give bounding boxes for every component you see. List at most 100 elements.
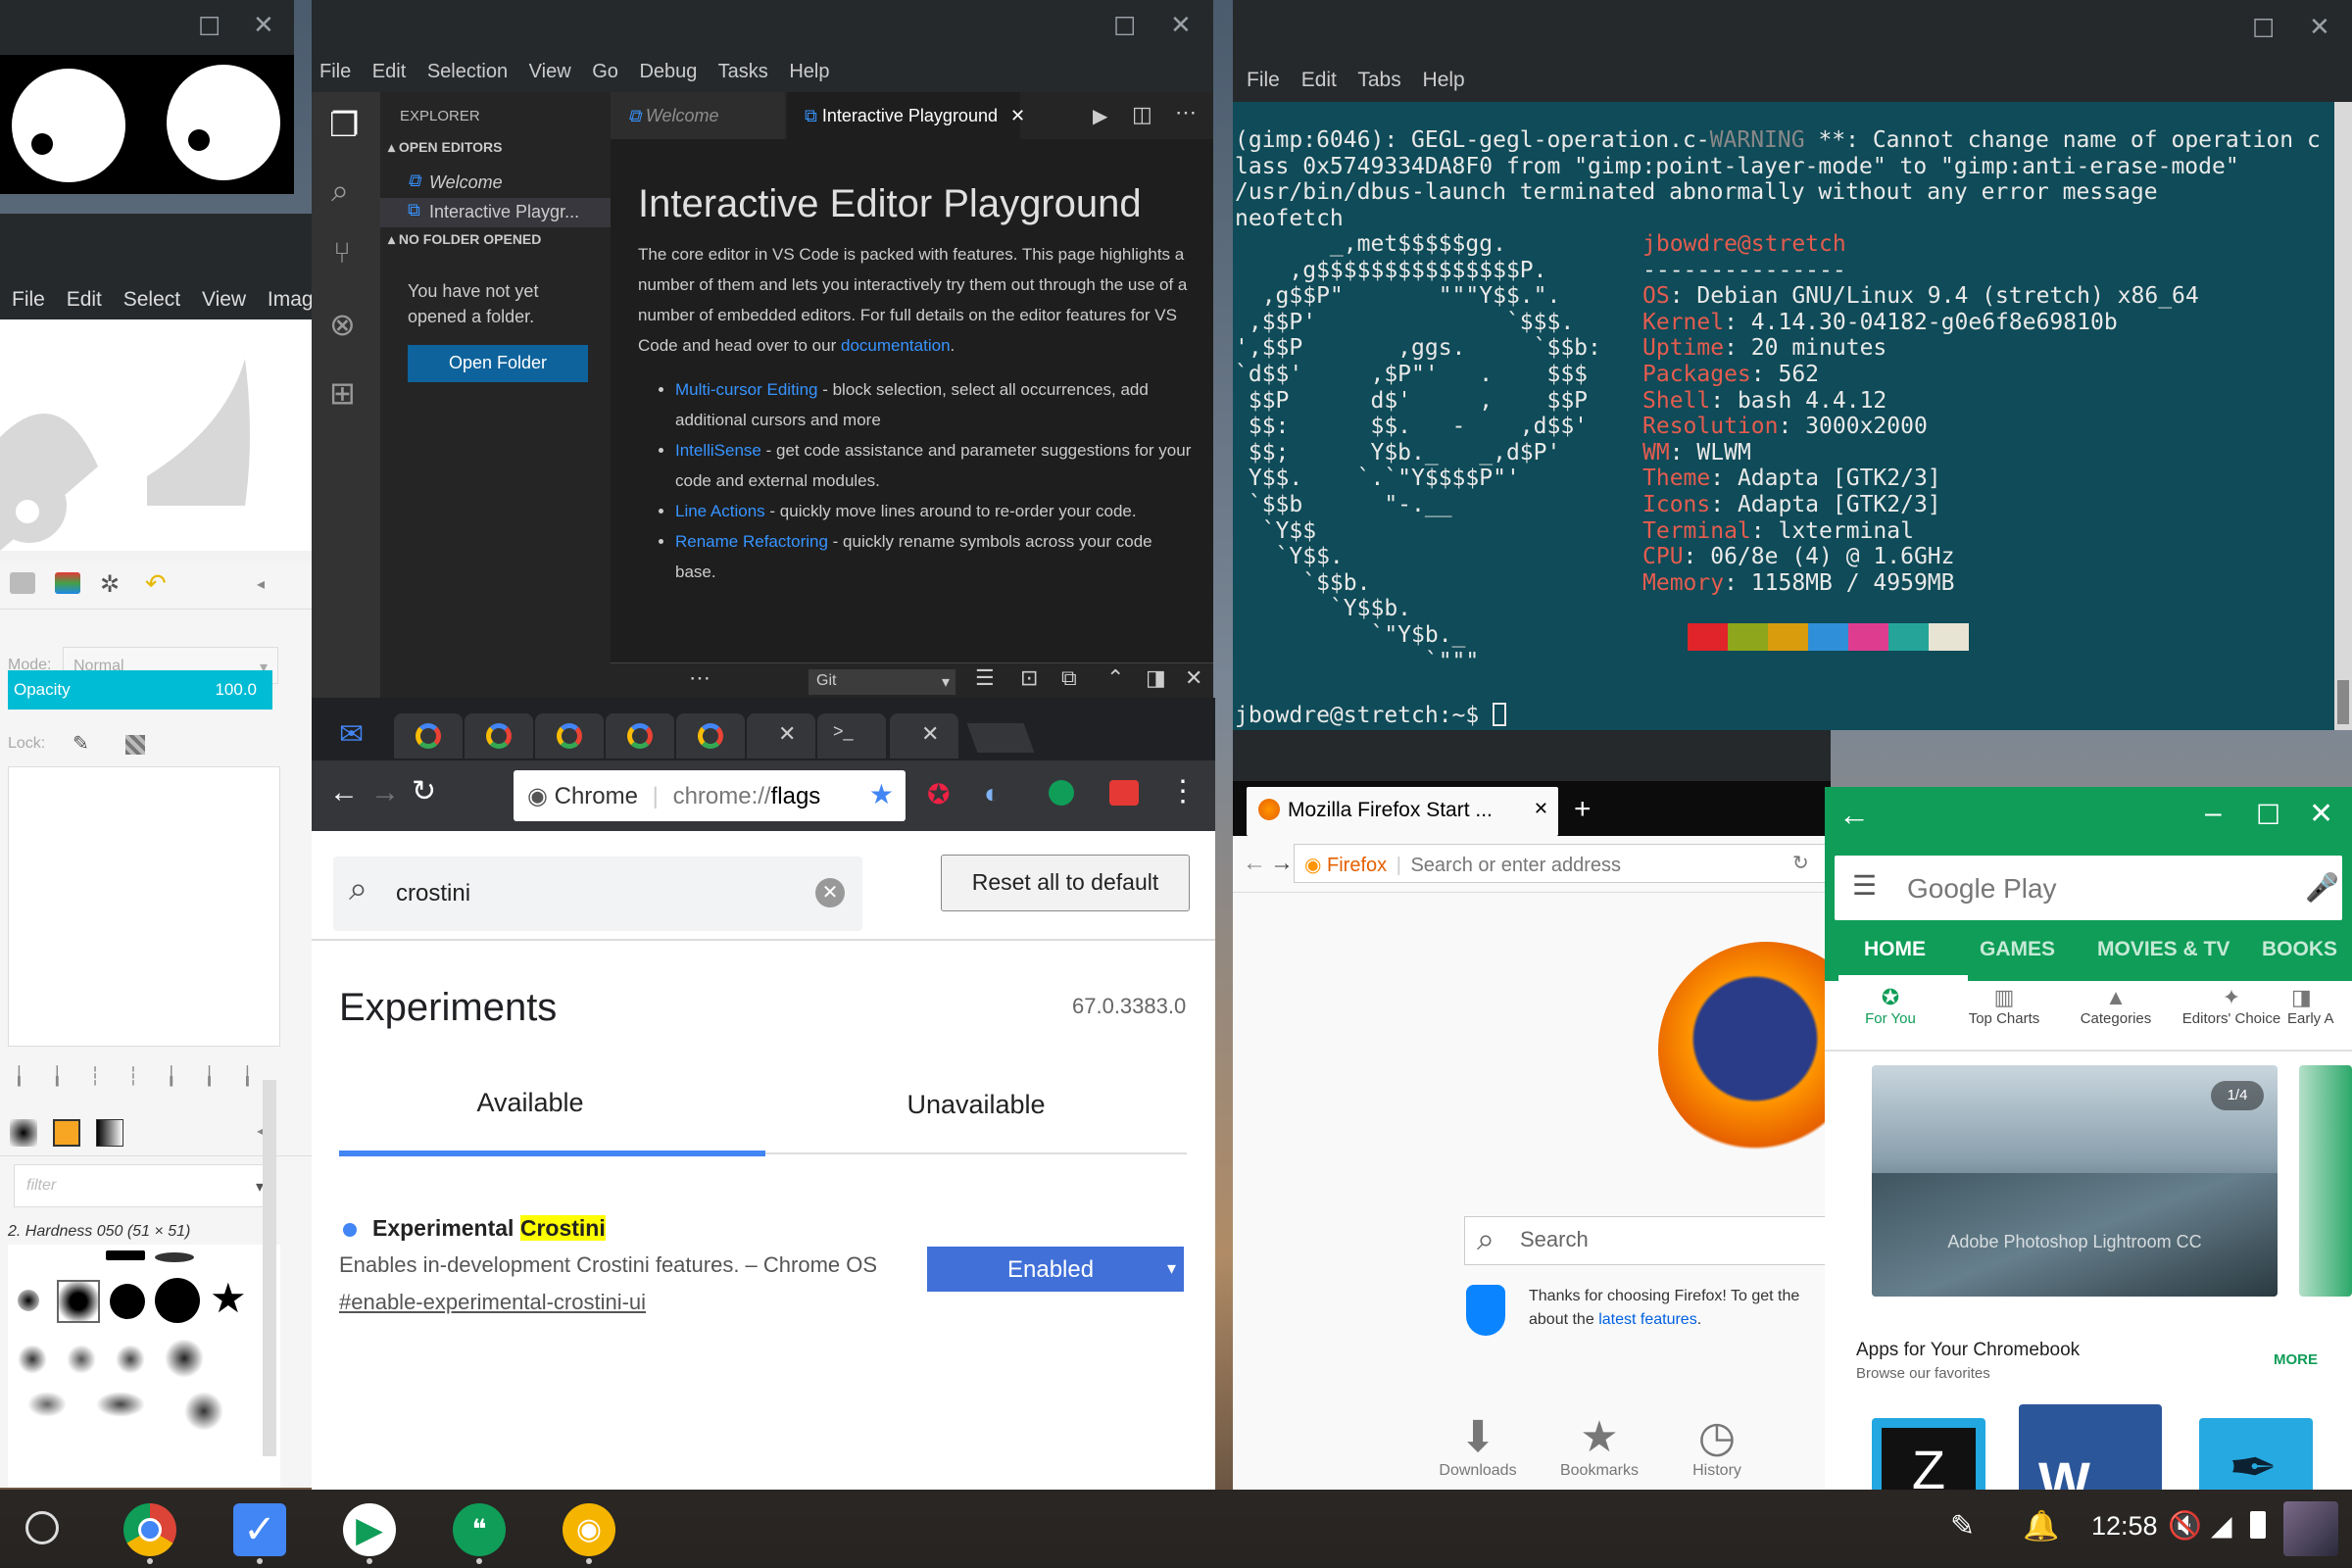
wifi-icon[interactable]: ◢ — [2211, 1509, 2232, 1542]
menu-debug[interactable]: Debug — [639, 61, 697, 82]
clear-search-icon[interactable]: ✕ — [815, 878, 845, 907]
tab-google[interactable] — [676, 713, 745, 759]
next-banner[interactable] — [2299, 1065, 2352, 1297]
app-tile[interactable]: W — [2019, 1404, 2162, 1490]
split-editor-icon[interactable]: ◫ — [1132, 102, 1152, 127]
feature-link[interactable]: Line Actions — [675, 502, 765, 520]
tab-google[interactable] — [606, 713, 674, 759]
shortcut-downloads[interactable]: ⬇ Downloads — [1439, 1412, 1517, 1480]
tab-unavailable[interactable]: Unavailable — [765, 1090, 1187, 1120]
firefox-titlebar[interactable]: ☐ — [1233, 730, 1831, 781]
close-icon[interactable]: ✕ — [2309, 14, 2330, 39]
terminal-titlebar[interactable]: ☐ ✕ — [1233, 0, 2352, 61]
layers-icon[interactable] — [10, 572, 35, 594]
menu-select[interactable]: Select — [123, 288, 180, 311]
search-icon[interactable]: ⌕ — [331, 172, 349, 210]
tab-interactive-playground[interactable]: ⧉ Interactive Playground ✕ — [787, 92, 1025, 139]
close-icon[interactable]: ✕ — [253, 12, 274, 37]
menu-edit[interactable]: Edit — [372, 61, 406, 82]
url-bar[interactable]: ◉ Firefox | Search or enter address ↻ — [1294, 844, 1831, 883]
play-store-window[interactable]: ← – ☐ ✕ ☰ Google Play 🎤 HOME GAMES MOVIE… — [1825, 787, 2352, 1490]
chrome-app-icon[interactable] — [123, 1503, 176, 1556]
menu-view[interactable]: View — [529, 61, 571, 82]
tab-tasks[interactable]: ✉ — [323, 713, 392, 759]
chrome-window[interactable]: ✉ ✕ >_ ✕ ← → ↻ ◉ Chrome | chrome://flags… — [312, 698, 1215, 1490]
extension-icon[interactable]: ✪ — [927, 778, 950, 810]
close-icon[interactable]: ✕ — [1010, 106, 1025, 125]
gimp-window[interactable]: File Edit Select View Imag ✲ ↶ ◂ Mode: N… — [0, 214, 312, 1488]
back-icon[interactable]: ← — [329, 776, 359, 809]
tab-flags[interactable]: ✕ — [890, 713, 958, 759]
hamburger-icon[interactable]: ☰ — [1852, 869, 1877, 902]
menu-file[interactable]: File — [319, 61, 351, 82]
featured-banner[interactable]: 1/4 Adobe Photoshop Lightroom CC — [1872, 1065, 2278, 1297]
menu-icon[interactable]: ⋮ — [1168, 774, 1198, 808]
tasks-app-icon[interactable]: ✓ — [233, 1503, 286, 1556]
menu-help[interactable]: Help — [789, 61, 829, 82]
lock-icon[interactable]: ⊡ — [1020, 665, 1038, 691]
tab-terminal[interactable]: >_ — [817, 713, 886, 759]
vscode-window[interactable]: ☐ ✕ File Edit Selection View Go Debug Ta… — [312, 0, 1213, 698]
battery-icon[interactable] — [2250, 1511, 2266, 1539]
close-icon[interactable]: ✕ — [778, 721, 796, 747]
minimize-icon[interactable]: – — [2205, 797, 2222, 830]
mute-icon[interactable]: 🔇 — [2168, 1509, 2202, 1542]
reload-icon[interactable]: ↻ — [1792, 851, 1809, 875]
menu-edit[interactable]: Edit — [1301, 69, 1337, 91]
play-store-app-icon[interactable]: ▶ — [343, 1503, 396, 1556]
allo-app-icon[interactable]: ◉ — [563, 1503, 615, 1556]
feature-link[interactable]: Multi-cursor Editing — [675, 380, 818, 399]
extensions-icon[interactable]: ⊞ — [329, 374, 356, 412]
flag-anchor[interactable]: #enable-experimental-crostini-ui — [339, 1290, 646, 1315]
layers-list[interactable] — [8, 766, 280, 1047]
chevron-up-icon[interactable]: ⌃ — [1106, 665, 1124, 691]
lock-alpha-icon[interactable] — [125, 735, 145, 755]
maximize-icon[interactable]: ☐ — [198, 14, 220, 39]
eyes-titlebar[interactable]: ☐ ✕ — [0, 0, 294, 55]
gradients-icon[interactable] — [96, 1119, 123, 1147]
hangouts-app-icon[interactable]: ❝ — [453, 1503, 506, 1556]
tab-google[interactable] — [394, 713, 463, 759]
clear-output-icon[interactable]: ☰ — [975, 665, 995, 691]
app-tile[interactable]: ✒ — [2199, 1418, 2313, 1490]
channels-icon[interactable] — [55, 572, 80, 594]
mic-icon[interactable]: 🎤 — [2305, 871, 2339, 904]
open-folder-button[interactable]: Open Folder — [408, 345, 588, 382]
prompt-line[interactable]: jbowdre@stretch:~$ — [1235, 703, 1507, 729]
menu-view[interactable]: View — [202, 288, 246, 311]
maximize-icon[interactable]: ☐ — [1113, 14, 1136, 39]
menu-image[interactable]: Imag — [268, 288, 312, 311]
subtab-categories[interactable]: ▲ Categories — [2062, 985, 2170, 1027]
search-input[interactable]: crostini — [396, 880, 470, 907]
new-tab-icon[interactable]: + — [1574, 793, 1592, 826]
close-icon[interactable]: ✕ — [1185, 665, 1202, 691]
terminal-window[interactable]: ☐ ✕ File Edit Tabs Help (gimp:6046): GEG… — [1233, 0, 2352, 730]
menu-edit[interactable]: Edit — [67, 288, 102, 311]
maximize-panel-icon[interactable]: ◨ — [1146, 665, 1166, 691]
terminal-scrollbar[interactable] — [2334, 102, 2352, 730]
forward-icon[interactable]: → — [1270, 850, 1294, 877]
close-icon[interactable]: ✕ — [1534, 799, 1548, 819]
brush-grid[interactable]: ★ — [8, 1245, 280, 1488]
avatar[interactable] — [2283, 1501, 2338, 1556]
reload-icon[interactable]: ↻ — [412, 774, 436, 808]
flags-search-box[interactable]: ⌕ crostini ✕ — [333, 857, 862, 931]
eyes-window[interactable]: ☐ ✕ — [0, 0, 294, 194]
layer-actions[interactable]: ╽╽┆┆╽╽╽ — [14, 1066, 278, 1088]
paths-icon[interactable]: ✲ — [100, 570, 120, 599]
back-icon[interactable]: ← — [1243, 850, 1266, 877]
more-actions-icon[interactable]: ⋯ — [1175, 100, 1197, 125]
brushes-icon[interactable] — [10, 1119, 37, 1147]
tab-google[interactable] — [535, 713, 604, 759]
flag-state-select[interactable]: Enabled ▾ — [927, 1247, 1184, 1292]
subtab-top-charts[interactable]: ▥ Top Charts — [1950, 985, 2058, 1027]
launcher-icon[interactable] — [25, 1511, 59, 1544]
brush-filter-input[interactable]: filter ▾ — [14, 1164, 276, 1207]
dock-menu-icon[interactable]: ◂ — [257, 574, 265, 594]
menu-file[interactable]: File — [1247, 69, 1280, 91]
opacity-slider[interactable]: Opacity 100.0 — [8, 670, 272, 710]
documentation-link[interactable]: documentation — [841, 336, 951, 355]
menu-go[interactable]: Go — [592, 61, 618, 82]
open-editor-item[interactable]: ⧉ Interactive Playgr... — [380, 198, 611, 227]
close-icon[interactable]: ✕ — [2309, 797, 2333, 831]
